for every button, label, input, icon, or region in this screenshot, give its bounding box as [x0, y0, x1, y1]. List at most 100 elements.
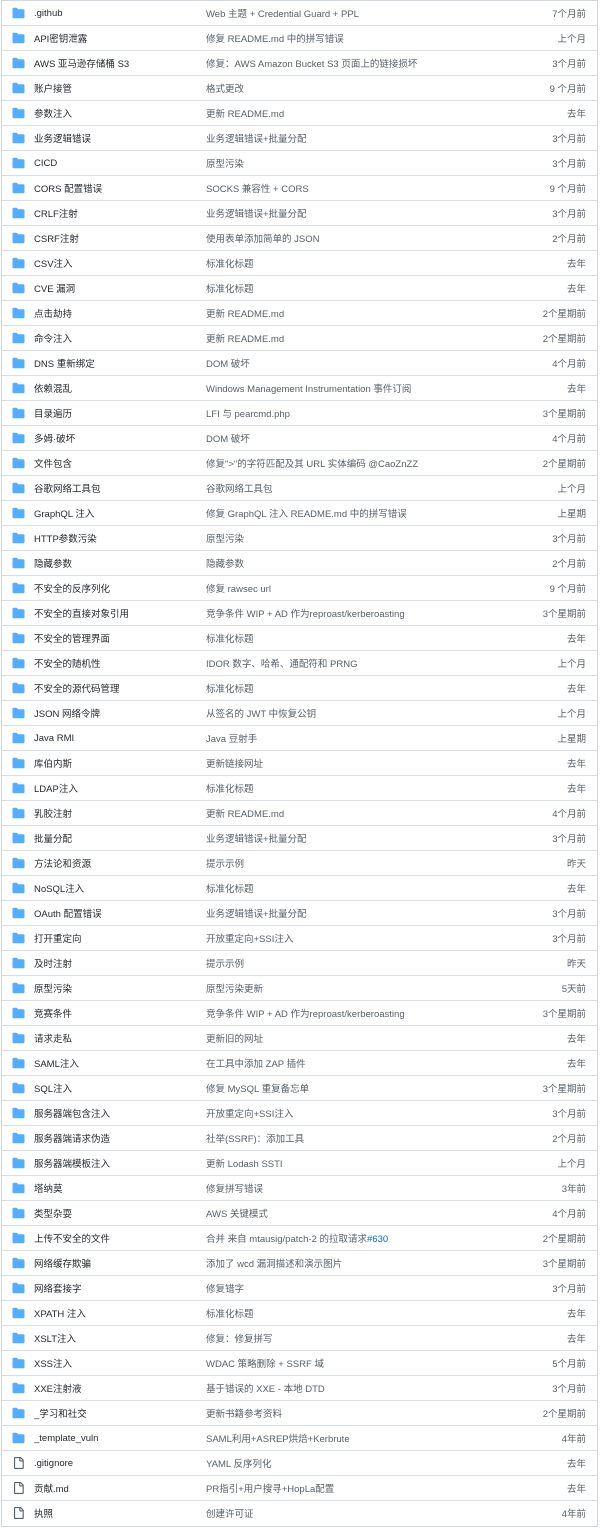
- folder-row[interactable]: CORS 配置错误 SOCKS 兼容性 + CORS 9 个月前: [2, 175, 597, 200]
- folder-row[interactable]: NoSQL注入 标准化标题 去年: [2, 875, 597, 900]
- commit-message-link[interactable]: 在工具中添加 ZAP 插件: [206, 1056, 536, 1070]
- folder-name-link[interactable]: 点击劫持: [34, 306, 194, 320]
- file-name-link[interactable]: .gitignore: [34, 1458, 194, 1469]
- folder-row[interactable]: 及时注射 提示示例 昨天: [2, 950, 597, 975]
- commit-message-link[interactable]: 谷歌网络工具包: [206, 481, 536, 495]
- commit-message-link[interactable]: 竞争条件 WIP + AD 作为reproast/kerberoasting: [206, 606, 536, 620]
- folder-name-link[interactable]: XSS注入: [34, 1356, 194, 1370]
- commit-message-link[interactable]: 原型污染: [206, 531, 536, 545]
- commit-message-link[interactable]: YAML 反序列化: [206, 1456, 536, 1470]
- commit-message-link[interactable]: 隐藏参数: [206, 556, 536, 570]
- commit-message-link[interactable]: PR指引+用户搜寻+HopLa配置: [206, 1481, 536, 1495]
- commit-message-link[interactable]: 标准化标题: [206, 781, 536, 795]
- commit-message-link[interactable]: 修复 GraphQL 注入 README.md 中的拼写错误: [206, 506, 536, 520]
- folder-name-link[interactable]: XPATH 注入: [34, 1306, 194, 1320]
- commit-message-link[interactable]: DOM 破坏: [206, 431, 536, 445]
- commit-message-link[interactable]: 标准化标题: [206, 256, 536, 270]
- folder-name-link[interactable]: LDAP注入: [34, 781, 194, 795]
- folder-row[interactable]: 不安全的反序列化 修复 rawsec url 9 个月前: [2, 575, 597, 600]
- folder-name-link[interactable]: Java RMI: [34, 733, 194, 744]
- folder-row[interactable]: 网络缓存欺骗 添加了 wcd 漏洞描述和演示图片 3个星期前: [2, 1250, 597, 1275]
- folder-name-link[interactable]: CRLF注射: [34, 206, 194, 220]
- folder-row[interactable]: 账户接管 格式更改 9 个月前: [2, 75, 597, 100]
- folder-row[interactable]: 不安全的随机性 IDOR 数字、哈希、通配符和 PRNG 上个月: [2, 650, 597, 675]
- commit-message-link[interactable]: 基于错误的 XXE - 本地 DTD: [206, 1381, 536, 1395]
- folder-row[interactable]: API密钥泄露 修复 README.md 中的拼写错误 上个月: [2, 25, 597, 50]
- folder-row[interactable]: CSRF注射 使用表单添加简单的 JSON 2个月前: [2, 225, 597, 250]
- folder-row[interactable]: 服务器端模板注入 更新 Lodash SSTI 上个月: [2, 1150, 597, 1175]
- folder-row[interactable]: XSS注入 WDAC 策略删除 + SSRF 域 5个月前: [2, 1350, 597, 1375]
- folder-row[interactable]: 库伯内斯 更新链接网址 去年: [2, 750, 597, 775]
- commit-message-link[interactable]: 更新 README.md: [206, 331, 536, 345]
- folder-name-link[interactable]: 多姆·破坏: [34, 431, 194, 445]
- folder-row[interactable]: GraphQL 注入 修复 GraphQL 注入 README.md 中的拼写错误…: [2, 500, 597, 525]
- commit-message-link[interactable]: 修复：AWS Amazon Bucket S3 页面上的链接损坏: [206, 56, 536, 70]
- commit-message-link[interactable]: 更新 README.md: [206, 106, 536, 120]
- folder-name-link[interactable]: CSRF注射: [34, 231, 194, 245]
- commit-message-link[interactable]: 更新旧的网址: [206, 1031, 536, 1045]
- folder-row[interactable]: JSON 网络令牌 从签名的 JWT 中恢复公钥 上个月: [2, 700, 597, 725]
- folder-name-link[interactable]: 方法论和资源: [34, 856, 194, 870]
- folder-row[interactable]: 类型杂耍 AWS 关键模式 4个月前: [2, 1200, 597, 1225]
- folder-name-link[interactable]: 不安全的反序列化: [34, 581, 194, 595]
- commit-message-link[interactable]: 原型污染: [206, 156, 536, 170]
- folder-name-link[interactable]: 参数注入: [34, 106, 194, 120]
- commit-message-link[interactable]: 从签名的 JWT 中恢复公钥: [206, 706, 536, 720]
- folder-name-link[interactable]: SAML注入: [34, 1056, 194, 1070]
- folder-name-link[interactable]: SQL注入: [34, 1081, 194, 1095]
- folder-name-link[interactable]: 不安全的随机性: [34, 656, 194, 670]
- commit-message-link[interactable]: IDOR 数字、哈希、通配符和 PRNG: [206, 656, 536, 670]
- commit-message-link[interactable]: 合并 来自 mtausig/patch-2 的拉取请求#630: [206, 1231, 536, 1245]
- folder-row[interactable]: LDAP注入 标准化标题 去年: [2, 775, 597, 800]
- folder-name-link[interactable]: _template_vuln: [34, 1433, 194, 1444]
- folder-name-link[interactable]: .github: [34, 8, 194, 19]
- commit-message-link[interactable]: WDAC 策略删除 + SSRF 域: [206, 1356, 536, 1370]
- folder-name-link[interactable]: XXE注射液: [34, 1381, 194, 1395]
- commit-message-link[interactable]: 开放重定向+SSI注入: [206, 931, 536, 945]
- folder-name-link[interactable]: 服务器端包含注入: [34, 1106, 194, 1120]
- commit-message-link[interactable]: 竞争条件 WIP + AD 作为reproast/kerberoasting: [206, 1006, 536, 1020]
- folder-name-link[interactable]: HTTP参数污染: [34, 531, 194, 545]
- folder-row[interactable]: CICD 原型污染 3个月前: [2, 150, 597, 175]
- folder-name-link[interactable]: 服务器端请求伪造: [34, 1131, 194, 1145]
- folder-name-link[interactable]: 依赖混乱: [34, 381, 194, 395]
- folder-name-link[interactable]: CICD: [34, 158, 194, 169]
- folder-row[interactable]: 竞赛条件 竞争条件 WIP + AD 作为reproast/kerberoasti…: [2, 1000, 597, 1025]
- commit-message-link[interactable]: 标准化标题: [206, 881, 536, 895]
- folder-row[interactable]: AWS 亚马逊存储桶 S3 修复：AWS Amazon Bucket S3 页面上…: [2, 50, 597, 75]
- folder-name-link[interactable]: 不安全的源代码管理: [34, 681, 194, 695]
- folder-name-link[interactable]: 谷歌网络工具包: [34, 481, 194, 495]
- folder-row[interactable]: 命令注入 更新 README.md 2个星期前: [2, 325, 597, 350]
- commit-message-link[interactable]: Windows Management Instrumentation 事件订阅: [206, 381, 536, 395]
- commit-message-link[interactable]: SOCKS 兼容性 + CORS: [206, 181, 536, 195]
- folder-row[interactable]: 多姆·破坏 DOM 破坏 4个月前: [2, 425, 597, 450]
- commit-message-link[interactable]: 更新链接网址: [206, 756, 536, 770]
- commit-message-link[interactable]: 标准化标题: [206, 681, 536, 695]
- commit-message-link[interactable]: 修复拼写错误: [206, 1181, 536, 1195]
- folder-name-link[interactable]: 类型杂耍: [34, 1206, 194, 1220]
- commit-message-link[interactable]: Web 主题 + Credential Guard + PPL: [206, 6, 536, 20]
- folder-name-link[interactable]: 打开重定向: [34, 931, 194, 945]
- folder-name-link[interactable]: GraphQL 注入: [34, 506, 194, 520]
- commit-message-link[interactable]: 标准化标题: [206, 281, 536, 295]
- commit-message-link[interactable]: 标准化标题: [206, 631, 536, 645]
- folder-row[interactable]: 谷歌网络工具包 谷歌网络工具包 上个月: [2, 475, 597, 500]
- folder-name-link[interactable]: OAuth 配置错误: [34, 906, 194, 920]
- folder-name-link[interactable]: CVE 漏洞: [34, 281, 194, 295]
- folder-row[interactable]: CVE 漏洞 标准化标题 去年: [2, 275, 597, 300]
- folder-name-link[interactable]: 及时注射: [34, 956, 194, 970]
- folder-row[interactable]: CRLF注射 业务逻辑错误+批量分配 3个月前: [2, 200, 597, 225]
- folder-row[interactable]: XXE注射液 基于错误的 XXE - 本地 DTD 3个月前: [2, 1375, 597, 1400]
- folder-row[interactable]: 批量分配 业务逻辑错误+批量分配 3个月前: [2, 825, 597, 850]
- folder-name-link[interactable]: 上传不安全的文件: [34, 1231, 194, 1245]
- folder-row[interactable]: XSLT注入 修复：修复拼写 去年: [2, 1325, 597, 1350]
- folder-row[interactable]: 不安全的管理界面 标准化标题 去年: [2, 625, 597, 650]
- folder-name-link[interactable]: 业务逻辑错误: [34, 131, 194, 145]
- commit-message-link[interactable]: LFI 与 pearcmd.php: [206, 406, 536, 420]
- folder-row[interactable]: _template_vuln SAML利用+ASREP烘焙+Kerbrute 4年前: [2, 1425, 597, 1450]
- commit-message-link[interactable]: 标准化标题: [206, 1306, 536, 1320]
- file-row[interactable]: 贡献.md PR指引+用户搜寻+HopLa配置 去年: [2, 1475, 597, 1500]
- file-name-link[interactable]: 执照: [34, 1506, 194, 1520]
- commit-message-link[interactable]: 开放重定向+SSI注入: [206, 1106, 536, 1120]
- commit-message-link[interactable]: 业务逻辑错误+批量分配: [206, 906, 536, 920]
